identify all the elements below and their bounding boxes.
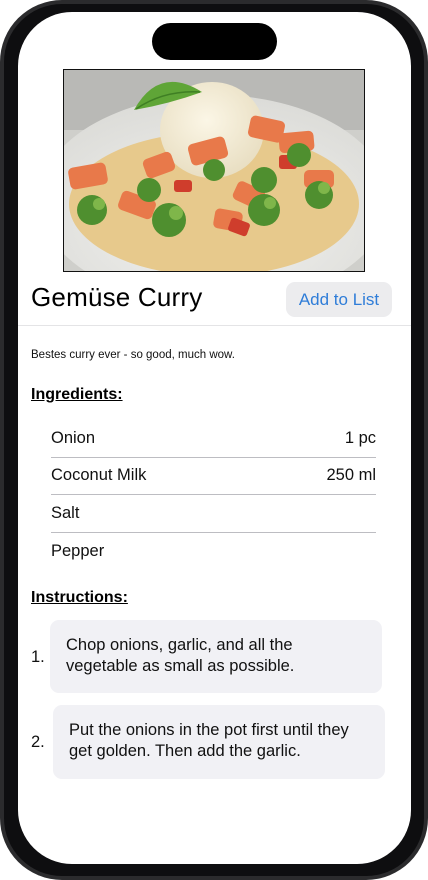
curry-image [64, 70, 364, 271]
recipe-description: Bestes curry ever - so good, much wow. [31, 349, 235, 361]
screen: Gemüse Curry Add to List Bestes curry ev… [18, 12, 411, 864]
ingredients-list: Onion 1 pc Coconut Milk 250 ml Salt Pepp… [51, 420, 376, 570]
instruction-card: Put the onions in the pot first until th… [53, 705, 385, 779]
dynamic-island [152, 23, 277, 60]
ingredient-name: Pepper [51, 541, 105, 560]
instructions-heading: Instructions: [31, 589, 128, 606]
add-to-list-button[interactable]: Add to List [286, 282, 392, 317]
divider [18, 325, 411, 326]
instruction-number: 2. [31, 733, 45, 751]
ingredient-amount: 1 pc [344, 428, 376, 447]
ingredient-row: Pepper [51, 533, 376, 571]
instruction-number: 1. [31, 648, 45, 666]
ingredient-name: Salt [51, 503, 80, 522]
recipe-photo [63, 69, 365, 272]
ingredients-heading: Ingredients: [31, 386, 123, 403]
ingredient-row: Coconut Milk 250 ml [51, 458, 376, 495]
instruction-card: Chop onions, garlic, and all the vegetab… [50, 620, 382, 693]
recipe-title: Gemüse Curry [31, 282, 203, 312]
ingredient-row: Salt [51, 495, 376, 533]
phone-frame: Gemüse Curry Add to List Bestes curry ev… [0, 0, 428, 880]
ingredient-name: Onion [51, 428, 96, 447]
ingredient-name: Coconut Milk [51, 466, 147, 485]
ingredient-amount: 250 ml [326, 466, 376, 485]
ingredient-row: Onion 1 pc [51, 420, 376, 458]
